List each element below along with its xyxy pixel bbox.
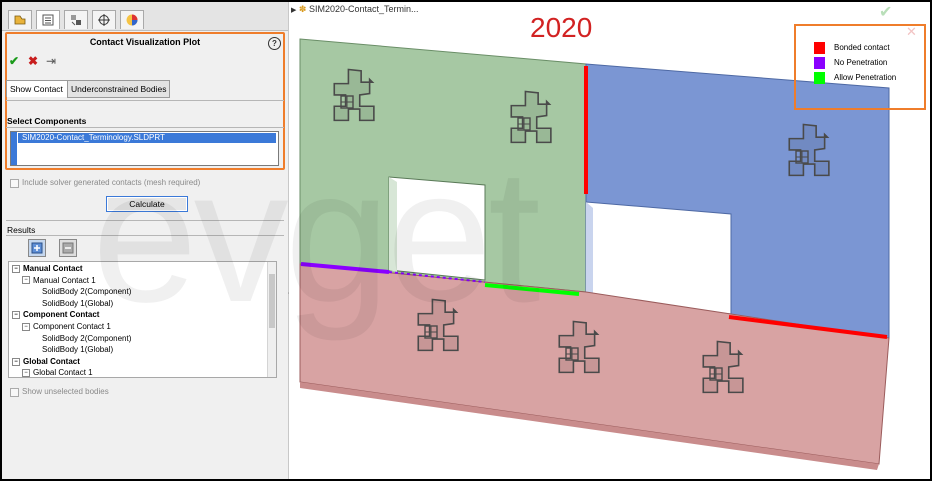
show-unselected-checkbox[interactable] bbox=[10, 388, 19, 397]
property-manager-tab[interactable] bbox=[36, 10, 60, 29]
tab-underconstrained-bodies[interactable]: Underconstrained Bodies bbox=[67, 80, 171, 98]
tree-row-label: SolidBody 2(Component) bbox=[42, 333, 132, 343]
divider bbox=[6, 235, 284, 236]
tree-row[interactable]: SolidBody 1(Global) bbox=[32, 299, 113, 309]
manager-tabs bbox=[2, 2, 288, 31]
tree-expander-icon[interactable]: − bbox=[22, 369, 30, 377]
tree-row-label: Component Contact bbox=[23, 310, 100, 320]
tab-show-contact[interactable]: Show Contact bbox=[6, 80, 68, 97]
tree-row-label: SolidBody 1(Global) bbox=[42, 298, 114, 308]
left-opening-depth bbox=[389, 177, 397, 272]
tree-row[interactable]: SolidBody 2(Component) bbox=[32, 334, 131, 344]
list-item[interactable]: SIM2020-Contact_Terminology.SLDPRT bbox=[18, 133, 276, 143]
show-unselected-label: Show unselected bodies bbox=[22, 387, 109, 396]
left-opening bbox=[388, 176, 486, 281]
tree-row-label: SolidBody 1(Global) bbox=[42, 345, 114, 355]
configuration-icon bbox=[71, 15, 81, 26]
screenshot-frame: Contact Visualization Plot ? ✔ ✖ ⇥ Show … bbox=[2, 2, 930, 479]
tree-row[interactable]: − Component Contact 1 bbox=[22, 322, 111, 332]
property-list-icon bbox=[42, 14, 54, 26]
right-opening-depth bbox=[586, 202, 593, 302]
select-components-heading: Select Components bbox=[7, 116, 87, 126]
calculate-button[interactable]: Calculate bbox=[106, 196, 188, 212]
listbox-selection-bar bbox=[11, 132, 17, 165]
tree-row-label: SolidBody 2(Component) bbox=[42, 287, 132, 297]
legend-label: Bonded contact bbox=[834, 43, 890, 52]
feature-tree-icon bbox=[14, 15, 26, 25]
include-solver-label: Include solver generated contacts (mesh … bbox=[22, 178, 201, 187]
legend-swatch bbox=[814, 57, 825, 69]
tree-row-label: Global Contact bbox=[23, 356, 80, 366]
display-pie-icon bbox=[126, 14, 138, 26]
property-manager: Contact Visualization Plot ? ✔ ✖ ⇥ Show … bbox=[2, 2, 290, 479]
divider bbox=[6, 100, 284, 101]
divider bbox=[6, 220, 284, 221]
tree-row[interactable]: − Global Contact 1 bbox=[22, 368, 93, 378]
tree-row[interactable]: SolidBody 2(Component) bbox=[32, 287, 131, 297]
tree-scrollbar[interactable] bbox=[267, 262, 276, 377]
include-solver-checkbox[interactable] bbox=[10, 179, 19, 188]
tree-row-label: Component Contact 1 bbox=[33, 322, 111, 331]
legend-swatch bbox=[814, 72, 825, 84]
results-heading: Results bbox=[7, 225, 36, 235]
tree-expander-icon[interactable]: − bbox=[22, 322, 30, 331]
pin-icon[interactable]: ⇥ bbox=[46, 55, 56, 67]
tree-row[interactable]: SolidBody 1(Global) bbox=[32, 345, 113, 355]
crosshair-icon bbox=[98, 14, 110, 26]
tree-row-label: Global Contact 1 bbox=[33, 368, 93, 378]
tree-expander-icon[interactable]: − bbox=[22, 276, 30, 285]
cancel-icon[interactable]: ✖ bbox=[28, 55, 38, 67]
configuration-manager-tab[interactable] bbox=[64, 10, 88, 29]
property-manager-title: Contact Visualization Plot bbox=[89, 37, 201, 47]
results-tree[interactable]: − Manual Contact − Manual Contact 1 SolidBod… bbox=[8, 261, 277, 378]
tree-row[interactable]: − Manual Contact 1 bbox=[22, 276, 96, 286]
legend-swatch bbox=[814, 42, 825, 54]
display-manager-tab[interactable] bbox=[120, 10, 144, 29]
tree-row-label: Manual Contact bbox=[23, 264, 83, 273]
components-listbox[interactable]: SIM2020-Contact_Terminology.SLDPRT bbox=[10, 131, 279, 166]
scroll-thumb[interactable] bbox=[269, 274, 275, 328]
graphics-area[interactable]: ▶ ✽ SIM2020-Contact_Termin... 2020 ✔ ✕ B… bbox=[289, 2, 930, 479]
tree-expander-icon[interactable]: − bbox=[12, 264, 20, 273]
dimxpert-tab[interactable] bbox=[92, 10, 116, 29]
legend-label: Allow Penetration bbox=[834, 73, 897, 82]
legend-label: No Penetration bbox=[834, 58, 888, 67]
tree-expander-icon[interactable]: − bbox=[12, 311, 20, 320]
tree-row-label: Manual Contact 1 bbox=[33, 275, 96, 285]
tree-row[interactable]: − Component Contact bbox=[12, 310, 99, 320]
help-icon[interactable]: ? bbox=[268, 37, 281, 50]
contact-legend: Bonded contact No Penetration Allow Penetr… bbox=[794, 24, 926, 110]
ok-icon[interactable]: ✔ bbox=[9, 55, 19, 67]
feature-manager-tab[interactable] bbox=[8, 10, 32, 29]
divider bbox=[6, 127, 284, 128]
tree-row[interactable]: − Global Contact bbox=[12, 357, 80, 367]
tree-expander-icon[interactable]: − bbox=[12, 357, 20, 366]
collapse-results-icon[interactable] bbox=[59, 239, 77, 257]
expand-results-icon[interactable] bbox=[28, 239, 46, 257]
tree-row[interactable]: − Manual Contact bbox=[12, 264, 83, 274]
